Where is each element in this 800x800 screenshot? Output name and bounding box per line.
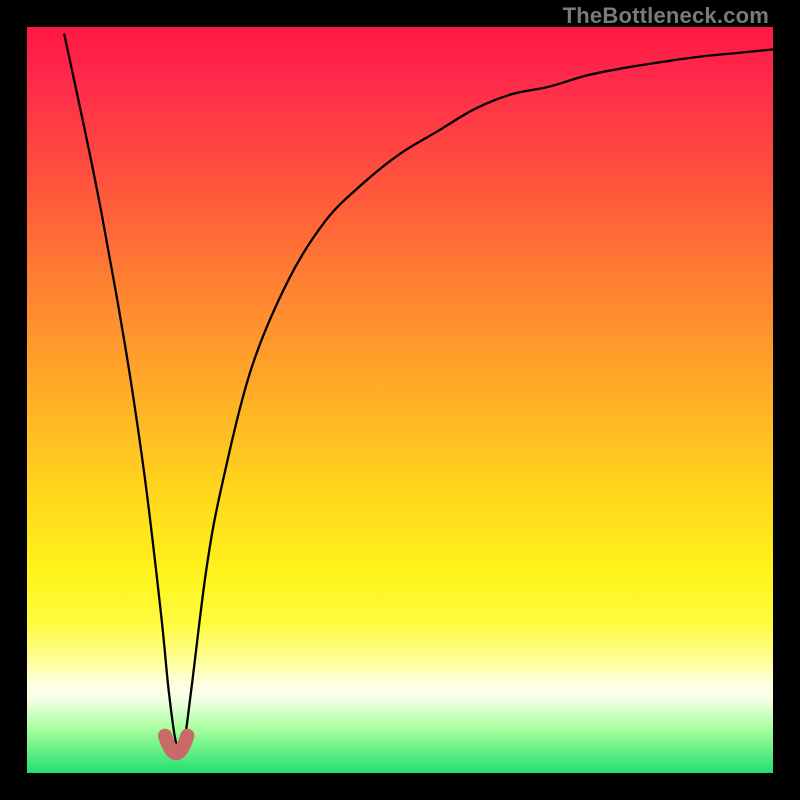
attribution-label: TheBottleneck.com <box>563 3 769 29</box>
bottleneck-curve-path <box>64 34 773 749</box>
chart-svg <box>27 27 773 773</box>
chart-plot-area <box>27 27 773 773</box>
